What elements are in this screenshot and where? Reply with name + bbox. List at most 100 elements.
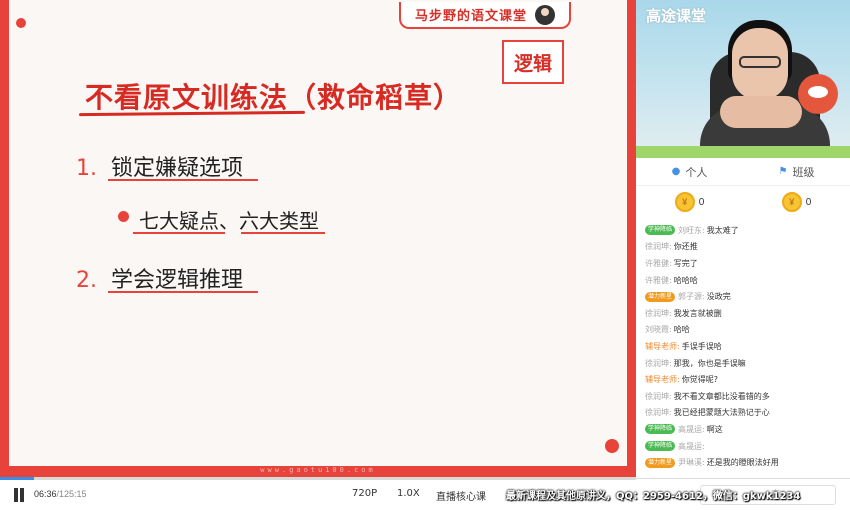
chat-username: 刘晓霞: [645,325,672,335]
chat-text: 我不看文章都比没看错的多 [673,391,770,401]
glasses-icon [739,56,781,68]
chat-username: 尹琳溪: [678,458,705,468]
chat-username: 高晟运: [678,441,705,451]
watermark-ticker: 最新课程及其他原讲义，QQ：2959-4612，微信：gkwk1234 [506,491,801,502]
item-underline [108,291,258,293]
current-time: 06:36 [34,489,57,499]
chat-message: 徐润坤: 我不看文章都比没看错的多 [636,388,850,405]
coin-icon: ¥ [781,192,802,212]
teacher-avatar-icon [535,4,555,25]
progress-fill [0,477,34,480]
chat-text: 哈哈哈 [673,275,698,285]
chat-message: 徐润坤: 你还推 [636,239,850,256]
chat-message: 潜力新星 郭子源: 没政完 [636,288,850,305]
slide-title: 不看原文训练法（救命稻草） [85,81,463,114]
player-controls: 06:36/125:15 720P 1.0X 直播核心课 言 最新课程及其他原讲… [0,477,850,510]
slide-frame: 马步野的语文课堂 逻辑 不看原文训练法（救命稻草） 1. 锁定嫌疑选项 七大疑点、… [0,0,636,478]
level-badge: 潜力新星 [645,457,676,468]
pause-icon [14,488,18,502]
tab-label: 个人 [685,165,708,179]
tab-class[interactable]: ⚑ 班级 [743,158,850,185]
logic-tag: 逻辑 [502,40,564,84]
level-badge: 学神降临 [645,441,676,452]
item-label: 学会逻辑推理 [111,268,244,293]
logic-tag-label: 逻辑 [513,52,552,75]
sub-item-b: 六大类型 [239,209,319,233]
chat-message: 辅导老师: 手误手误哈 [636,338,850,355]
chat-text: 那我，你也是手误嘛 [673,358,746,368]
tab-label: 班级 [792,165,815,179]
progress-bar[interactable] [0,477,636,480]
chat-message: 刘晓霞: 哈哈 [636,322,850,339]
sub-item-separator: 、 [219,209,239,233]
chat-message: 学神降临 高晟运: [636,438,850,455]
pause-icon [20,488,24,502]
person-icon: ● [671,166,681,177]
total-time: /125:15 [56,489,87,499]
chat-username: 许雅健: [645,275,672,285]
chat-text: 还是我的瞪眼法好用 [706,458,779,468]
chat-text: 手误手误哈 [681,341,722,351]
slide-corner-dot [16,18,26,28]
lesson-slide: 马步野的语文课堂 逻辑 不看原文训练法（救命稻草） 1. 锁定嫌疑选项 七大疑点、… [9,0,627,466]
chat-message: 学神降临 刘旺东: 我太难了 [636,222,850,239]
coin-count: 0 [805,196,812,208]
chat-username: 郭子源: [678,292,705,302]
chat-username: 徐润坤: [645,242,672,252]
coin-row: ¥ 0 ¥ 0 [636,188,850,216]
chat-text: 我发言就被删 [673,308,722,318]
grass-strip [636,146,850,158]
brand-tab: 马步野的语文课堂 [399,2,571,29]
chat-username: 徐润坤: [645,358,672,368]
item-number: 2. [76,268,97,293]
chat-text: 我太难了 [706,225,739,235]
teacher-hands [720,96,802,128]
chat-username: 辅导老师: [645,341,680,351]
sub-item-underline-b [241,232,325,234]
chat-text: 没政完 [706,292,731,302]
coin-icon: ¥ [674,192,695,212]
slide-item-1: 1. 锁定嫌疑选项 [76,150,243,182]
side-panel: 高途课堂 ● 个人 ⚑ 班级 ¥ 0 ¥ 0 学神降临 刘旺东: 我太难了 徐润坤: 你… [636,0,850,478]
sub-item-a: 七大疑点 [139,209,219,233]
flag-icon: ⚑ [778,166,788,177]
pause-button[interactable] [12,488,26,502]
chat-message: 辅导老师: 你觉得呢? [636,371,850,388]
time-display: 06:36/125:15 [34,489,87,499]
brand-title: 马步野的语文课堂 [414,9,527,24]
chat-message: 徐润坤: 我发言就被删 [636,305,850,322]
slide-sub-item: 七大疑点、六大类型 [139,205,319,234]
slide-item-2: 2. 学会逻辑推理 [76,262,243,294]
brand-logo: 高途课堂 [646,7,707,25]
chat-text: 你觉得呢? [681,375,718,385]
speed-button[interactable]: 1.0X [397,488,420,499]
bullet-dot [118,211,129,222]
chat-message: 许雅健: 哈哈哈 [636,272,850,289]
chat-text: 你还推 [673,242,698,252]
teacher-video[interactable]: 高途课堂 [636,0,850,158]
chat-text: 写完了 [673,258,698,268]
mode-button[interactable]: 直播核心课 [436,488,486,503]
chat-username: 许雅健: [645,258,672,268]
coin-class: ¥ 0 [743,188,850,216]
chat-message: 潜力新星 尹琳溪: 还是我的瞪眼法好用 [636,454,850,471]
chat-text: 啊这 [706,424,723,434]
chat-list[interactable]: 学神降临 刘旺东: 我太难了 徐润坤: 你还推 许雅健: 写完了 许雅健: 哈哈哈 潜力新星 郭子源… [636,222,850,478]
footer-url: www.gaotu100.com [260,466,376,474]
chat-username: 辅导老师: [645,375,680,385]
level-badge: 学神降临 [645,225,676,236]
chat-username: 刘旺东: [678,225,705,235]
level-badge: 学神降临 [645,424,676,435]
chat-message: 学神降临 高晟运: 啊这 [636,421,850,438]
chat-username: 徐润坤: [645,408,672,418]
chat-text: 哈哈 [673,325,690,335]
tab-personal[interactable]: ● 个人 [636,158,743,185]
item-underline [108,179,258,181]
chat-message: 许雅健: 写完了 [636,255,850,272]
item-number: 1. [76,156,97,181]
quality-button[interactable]: 720P [352,488,377,499]
chat-message: 徐润坤: 那我，你也是手误嘛 [636,355,850,372]
chat-message: 徐润坤: 我已经把蒙题大法熟记于心 [636,405,850,422]
chat-username: 徐润坤: [645,308,672,318]
chat-username: 徐润坤: [645,391,672,401]
